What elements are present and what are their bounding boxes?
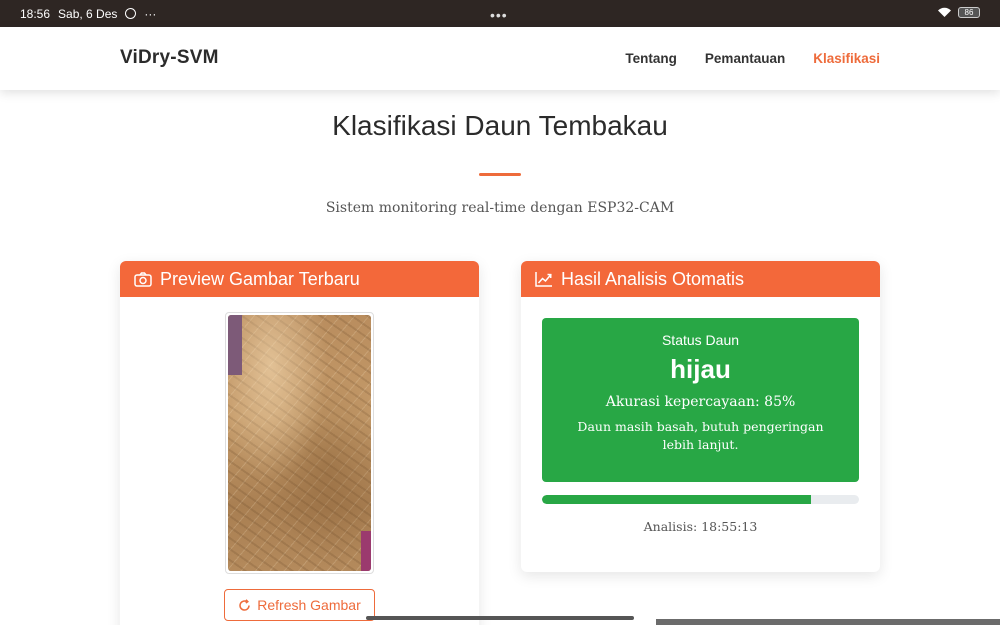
preview-card-title: Preview Gambar Terbaru — [160, 268, 360, 289]
confidence-progress-bar — [542, 495, 859, 504]
refresh-icon — [239, 598, 251, 611]
status-label: Status Daun — [661, 332, 740, 348]
chart-line-icon — [535, 272, 552, 287]
navbar: ViDry-SVM Tentang Pemantauan Klasifikasi — [0, 27, 1000, 90]
battery-icon: 86 — [958, 6, 980, 18]
page-title: Klasifikasi Daun Tembakau — [332, 110, 668, 141]
confidence-progress-fill — [542, 495, 812, 504]
nav-links: Tentang Pemantauan Klasifikasi — [625, 51, 880, 66]
date: Sab, 6 Des — [58, 6, 118, 21]
more-notifications: ··· — [144, 6, 157, 21]
preview-image-frame — [225, 312, 374, 574]
bottom-system-strip — [656, 619, 1000, 625]
analysis-card-header: Hasil Analisis Otomatis — [521, 261, 880, 297]
clock: 18:56 — [20, 6, 51, 21]
status-value: hijau — [670, 354, 731, 384]
brand-logo[interactable]: ViDry-SVM — [120, 47, 219, 69]
preview-card: Preview Gambar Terbaru Refresh Gambar — [120, 261, 479, 625]
status-description: Daun masih basah, butuh pengeringan lebi… — [577, 419, 824, 452]
title-divider — [479, 173, 521, 176]
home-indicator[interactable] — [366, 616, 634, 620]
analysis-card-title: Hasil Analisis Otomatis — [561, 268, 745, 289]
camera-icon — [134, 271, 152, 287]
analysis-timestamp: Analisis: 18:55:13 — [643, 519, 758, 534]
analysis-card: Hasil Analisis Otomatis Status Daun hija… — [521, 261, 880, 572]
tobacco-leaf-image — [228, 315, 371, 571]
window-dots[interactable]: ••• — [490, 7, 508, 23]
nav-link-tentang[interactable]: Tentang — [625, 51, 677, 66]
refresh-button-label: Refresh Gambar — [257, 597, 361, 613]
page-subtitle: Sistem monitoring real-time dengan ESP32… — [325, 200, 675, 216]
nav-link-klasifikasi[interactable]: Klasifikasi — [813, 51, 880, 66]
preview-card-header: Preview Gambar Terbaru — [120, 261, 479, 297]
wifi-icon — [938, 7, 951, 17]
system-status-bar: 18:56 Sab, 6 Des ··· ••• 86 — [0, 0, 1000, 27]
whatsapp-icon — [125, 8, 137, 19]
refresh-image-button[interactable]: Refresh Gambar — [224, 589, 375, 621]
accuracy-text: Akurasi kepercayaan: 85% — [605, 394, 796, 410]
nav-link-pemantauan[interactable]: Pemantauan — [705, 51, 785, 66]
leaf-status-box: Status Daun hijau Akurasi kepercayaan: 8… — [542, 318, 859, 482]
